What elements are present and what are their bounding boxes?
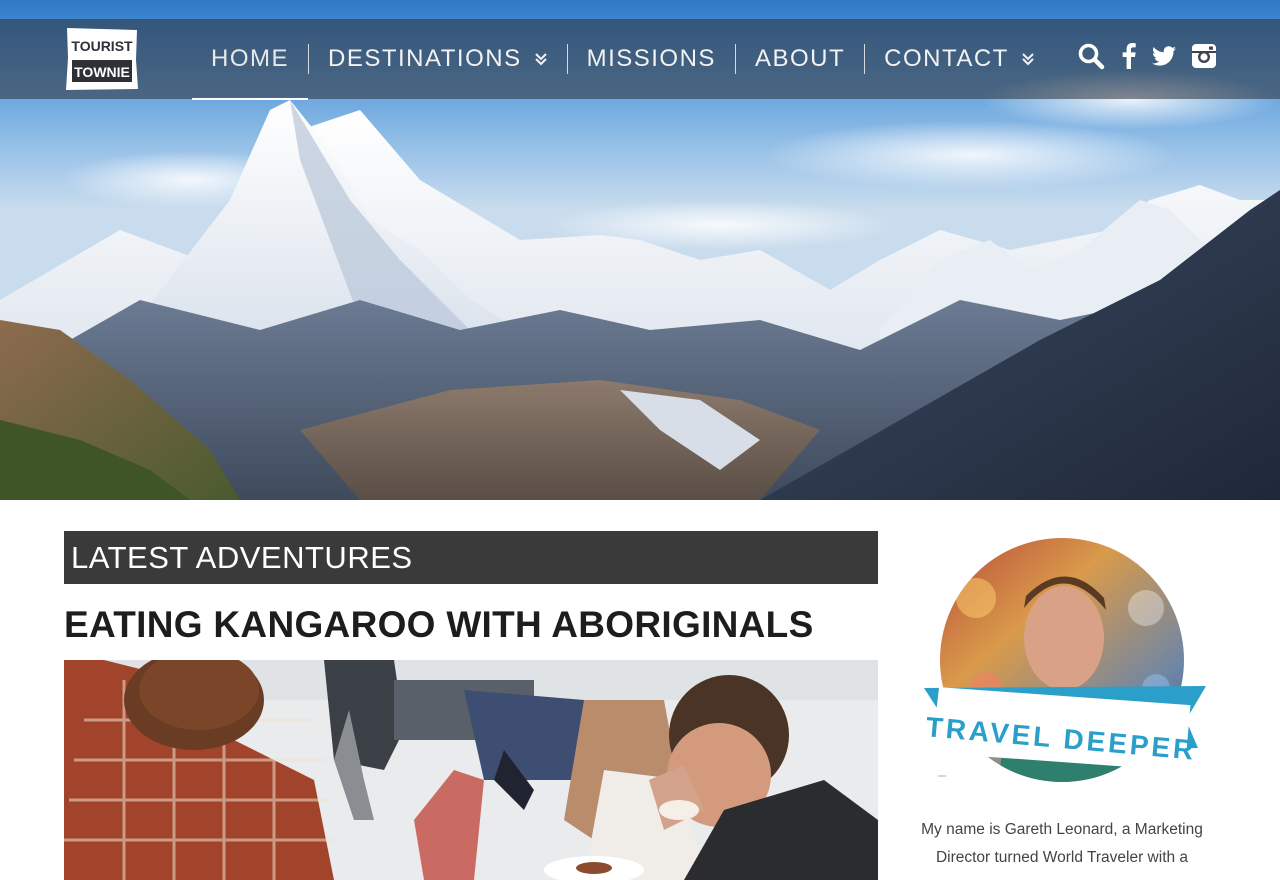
nav-about-label: ABOUT bbox=[754, 45, 846, 72]
nav-contact[interactable]: CONTACT bbox=[865, 19, 1054, 99]
nav-destinations[interactable]: DESTINATIONS bbox=[309, 19, 567, 99]
site-logo[interactable]: TOURIST TOWNIE bbox=[64, 26, 140, 92]
twitter-icon[interactable] bbox=[1150, 42, 1178, 70]
svg-text:TOWNIE: TOWNIE bbox=[74, 64, 130, 80]
post-title-link[interactable]: EATING KANGAROO WITH ABORIGINALS bbox=[64, 604, 814, 646]
section-heading-text: LATEST ADVENTURES bbox=[71, 539, 413, 575]
kangaroo-meal-photo bbox=[64, 660, 878, 880]
nav-missions[interactable]: MISSIONS bbox=[568, 19, 735, 99]
double-chevron-down-icon bbox=[534, 53, 547, 66]
main-navigation: HOME DESTINATIONS MISSIONS ABOUT CONTACT bbox=[192, 19, 1054, 100]
instagram-icon[interactable] bbox=[1190, 42, 1218, 70]
author-portrait: TRAVEL DEEPER bbox=[924, 538, 1206, 782]
search-icon[interactable] bbox=[1077, 42, 1105, 70]
author-avatar-badge[interactable]: TRAVEL DEEPER bbox=[916, 538, 1208, 794]
social-icons bbox=[1077, 40, 1105, 72]
post-featured-image[interactable] bbox=[64, 660, 878, 880]
svg-text:TOURIST: TOURIST bbox=[71, 38, 133, 54]
double-chevron-down-icon bbox=[1022, 53, 1034, 66]
nav-about[interactable]: ABOUT bbox=[736, 19, 864, 99]
latest-adventures-heading: LATEST ADVENTURES bbox=[64, 531, 878, 584]
facebook-icon[interactable] bbox=[1116, 42, 1144, 70]
nav-destinations-label: DESTINATIONS bbox=[328, 45, 522, 72]
author-bio: My name is Gareth Leonard, a Marketing D… bbox=[921, 821, 1203, 866]
nav-missions-label: MISSIONS bbox=[586, 45, 716, 72]
nav-home[interactable]: HOME bbox=[192, 19, 308, 100]
nav-contact-label: CONTACT bbox=[884, 45, 1009, 72]
nav-home-label: HOME bbox=[211, 45, 289, 72]
